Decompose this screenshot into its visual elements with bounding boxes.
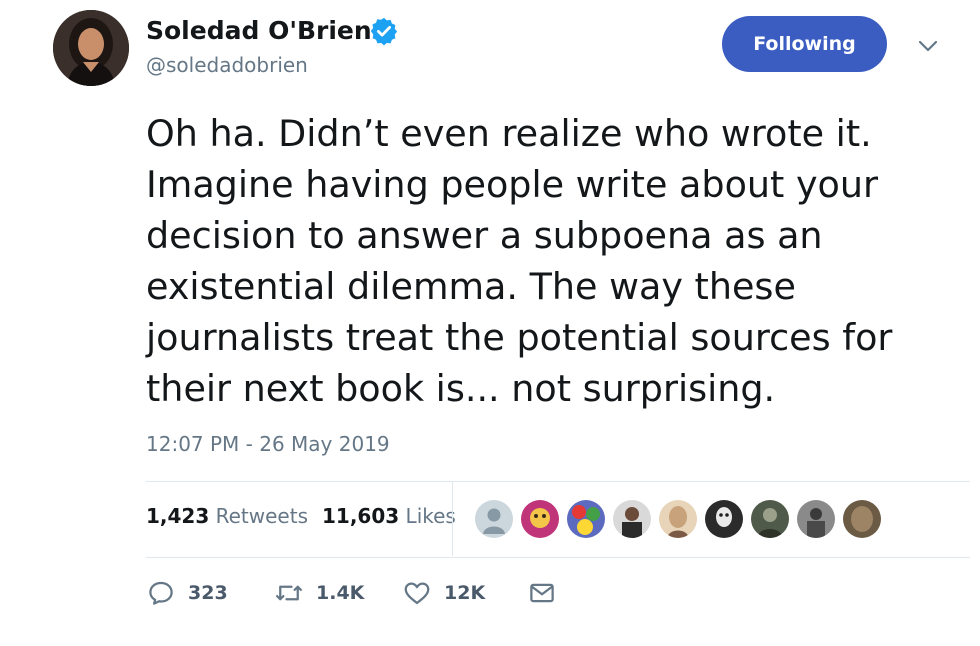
tweet-text: Oh ha. Didn’t even realize who wrote it.…: [146, 112, 893, 410]
like-button[interactable]: 12K: [402, 578, 485, 608]
liker-avatar[interactable]: [704, 499, 744, 539]
profile-photo: [53, 10, 129, 86]
liker-avatar[interactable]: [658, 499, 698, 539]
avatar[interactable]: [53, 10, 129, 86]
liker-avatar[interactable]: [796, 499, 836, 539]
retweet-count: 1.4K: [316, 582, 365, 604]
user-handle[interactable]: @soledadobrien: [146, 53, 308, 77]
liker-avatar[interactable]: [566, 499, 606, 539]
following-button[interactable]: Following: [722, 16, 887, 72]
retweets-count: 1,423: [146, 504, 210, 528]
vertical-divider: [452, 482, 453, 556]
likes-count: 11,603: [322, 504, 400, 528]
liker-avatar[interactable]: [842, 499, 882, 539]
reply-count: 323: [188, 582, 228, 604]
direct-message-button[interactable]: [527, 578, 557, 608]
retweets-label: Retweets: [215, 504, 308, 528]
envelope-icon: [530, 583, 554, 603]
engagement-stats: 1,423 Retweets 11,603 Likes: [146, 504, 456, 528]
retweet-button[interactable]: 1.4K: [274, 578, 364, 608]
heart-icon: [404, 582, 430, 605]
verified-badge-icon: [370, 17, 398, 46]
chevron-down-icon[interactable]: [916, 36, 940, 56]
likes-stat[interactable]: 11,603 Likes: [322, 504, 456, 528]
divider: [146, 481, 970, 482]
divider: [146, 557, 970, 558]
tweet-timestamp[interactable]: 12:07 PM - 26 May 2019: [146, 432, 390, 456]
liker-avatar[interactable]: [612, 499, 652, 539]
likes-label: Likes: [405, 504, 456, 528]
reply-icon: [149, 581, 173, 605]
display-name[interactable]: Soledad O'Brien: [146, 16, 372, 45]
liker-avatar[interactable]: [520, 499, 560, 539]
retweet-icon: [276, 585, 302, 601]
reply-button[interactable]: 323: [146, 578, 228, 608]
default-avatar-icon[interactable]: [474, 499, 514, 539]
like-count: 12K: [444, 582, 486, 604]
liker-avatar[interactable]: [750, 499, 790, 539]
retweets-stat[interactable]: 1,423 Retweets: [146, 504, 308, 528]
